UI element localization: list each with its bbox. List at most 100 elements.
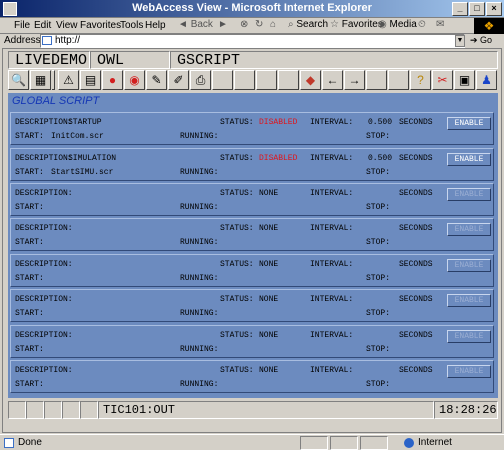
- start-label: START:: [15, 203, 44, 212]
- script-interval: 0.500: [368, 154, 393, 163]
- forward-button[interactable]: ►: [218, 19, 228, 30]
- description-label: DESCRIPTION:: [15, 260, 73, 269]
- movie-icon[interactable]: ▣: [454, 70, 475, 90]
- footer-clock: 18:28:26: [434, 401, 498, 419]
- enable-button[interactable]: ENABLE: [447, 223, 491, 236]
- status-field-2: [330, 436, 358, 450]
- go-button[interactable]: ➔ Go: [470, 34, 500, 48]
- blank-button-6[interactable]: [388, 70, 409, 90]
- enable-button[interactable]: ENABLE: [447, 188, 491, 201]
- global-script-panel: GLOBAL SCRIPT DESCRIPTION: STARTUP STATUS:…: [8, 93, 498, 398]
- blank-button-1[interactable]: [212, 70, 233, 90]
- forward-arrow-icon[interactable]: →: [344, 70, 365, 90]
- blank-button-2[interactable]: [234, 70, 255, 90]
- description-label: DESCRIPTION:: [15, 224, 73, 233]
- stop-label: STOP:: [366, 274, 391, 283]
- status-label: STATUS:: [220, 366, 254, 375]
- description-label: DESCRIPTION:: [15, 189, 73, 198]
- home-icon[interactable]: ⌂: [270, 19, 276, 30]
- description-label: DESCRIPTION:: [15, 366, 73, 375]
- edit-icon[interactable]: ✐: [168, 70, 189, 90]
- stop-label: STOP:: [366, 345, 391, 354]
- script-status: NONE: [259, 366, 279, 375]
- status-bar: Done Internet: [0, 434, 504, 450]
- window-titlebar: WebAccess View - Microsoft Internet Expl…: [0, 0, 504, 18]
- blank-button-4[interactable]: [278, 70, 299, 90]
- acknowledge-icon[interactable]: ◉: [124, 70, 145, 90]
- mail-icon[interactable]: ✉: [436, 19, 444, 30]
- seconds-label: SECONDS: [399, 189, 433, 198]
- windows-logo-icon: ❖: [474, 18, 504, 34]
- enable-button[interactable]: ENABLE: [447, 153, 491, 166]
- refresh-icon[interactable]: ↻: [255, 19, 263, 30]
- running-label: RUNNING:: [180, 238, 219, 247]
- user-icon[interactable]: ♟: [476, 70, 497, 90]
- close-button[interactable]: ×: [486, 2, 502, 16]
- hmi-header: LIVEDEMO OWL GSCRIPT: [8, 51, 498, 69]
- erase-icon[interactable]: ✂: [432, 70, 453, 90]
- address-input[interactable]: http://: [40, 34, 465, 48]
- print-icon[interactable]: ⎙: [190, 70, 211, 90]
- enable-button[interactable]: ENABLE: [447, 259, 491, 272]
- address-dropdown-button[interactable]: ▼: [455, 35, 465, 47]
- tools-icon[interactable]: ✎: [146, 70, 167, 90]
- interval-label: INTERVAL:: [310, 366, 354, 375]
- maximize-button[interactable]: □: [469, 2, 485, 16]
- menu-view[interactable]: View: [56, 20, 78, 31]
- seconds-label: SECONDS: [399, 118, 433, 127]
- media-label: Media: [389, 19, 417, 30]
- enable-button[interactable]: ENABLE: [447, 330, 491, 343]
- menu-edit[interactable]: Edit: [34, 20, 51, 31]
- graph-icon[interactable]: ◆: [300, 70, 321, 90]
- enable-button[interactable]: ENABLE: [447, 365, 491, 378]
- status-label: STATUS:: [220, 118, 254, 127]
- stop-label: STOP:: [366, 380, 391, 389]
- footer-cell-4: [62, 401, 80, 419]
- history-icon[interactable]: ⏲: [418, 19, 426, 30]
- search-button[interactable]: ⌕ Search: [288, 19, 328, 30]
- start-label: START:: [15, 309, 44, 318]
- help-icon[interactable]: ?: [410, 70, 431, 90]
- enable-button[interactable]: ENABLE: [447, 117, 491, 130]
- minimize-button[interactable]: _: [452, 2, 468, 16]
- stop-label: STOP:: [366, 132, 391, 141]
- media-button[interactable]: ◉ Media: [378, 19, 417, 30]
- calculator-icon[interactable]: ▦: [30, 70, 51, 90]
- stop-icon[interactable]: ⊗: [240, 19, 248, 30]
- footer-cell-2: [26, 401, 44, 419]
- menu-file[interactable]: File: [14, 20, 30, 31]
- page-name: GSCRIPT: [170, 51, 498, 69]
- menu-tools[interactable]: Tools: [120, 20, 143, 31]
- hmi-toolbar: 🔍 ▦ ⚠ ▤ ● ◉ ✎ ✐ ⎙ ◆ ← → ? ✂ ▣ ♟: [8, 70, 498, 91]
- script-description: STARTUP: [68, 118, 102, 127]
- zone-text: Internet: [418, 437, 452, 448]
- enable-button[interactable]: ENABLE: [447, 294, 491, 307]
- blank-button-3[interactable]: [256, 70, 277, 90]
- running-label: RUNNING:: [180, 274, 219, 283]
- seconds-label: SECONDS: [399, 260, 433, 269]
- script-status: NONE: [259, 224, 279, 233]
- back-arrow-icon[interactable]: ←: [322, 70, 343, 90]
- favorites-button[interactable]: ☆ Favorites: [330, 19, 383, 30]
- script-block: DESCRIPTION: STARTUP STATUS: DISABLED INTERV…: [10, 112, 494, 145]
- project-name: OWL: [90, 51, 170, 69]
- interval-label: INTERVAL:: [310, 295, 354, 304]
- alarm-red-icon[interactable]: ●: [102, 70, 123, 90]
- search-label: Search: [296, 19, 329, 30]
- address-bar: Address http:// ▼ ➔ Go: [0, 34, 504, 48]
- alarm-summary-icon[interactable]: ⚠: [58, 70, 79, 90]
- start-label: START:: [15, 168, 44, 177]
- search-icon[interactable]: 🔍: [8, 70, 29, 90]
- hmi-footer: TIC101:OUT 18:28:26: [8, 401, 498, 419]
- back-button[interactable]: ◄ Back: [178, 19, 213, 30]
- description-label: DESCRIPTION:: [15, 295, 73, 304]
- interval-label: INTERVAL:: [310, 260, 354, 269]
- menu-help[interactable]: Help: [145, 20, 166, 31]
- stop-label: STOP:: [366, 203, 391, 212]
- menu-favorites[interactable]: Favorites: [80, 20, 121, 31]
- script-block: DESCRIPTION: STATUS: NONE INTERVAL: SECONDS S…: [10, 218, 494, 251]
- trend-icon[interactable]: ▤: [80, 70, 101, 90]
- menu-bar: File Edit View Favorites Tools Help ◄ Ba…: [0, 18, 504, 34]
- running-label: RUNNING:: [180, 203, 219, 212]
- blank-button-5[interactable]: [366, 70, 387, 90]
